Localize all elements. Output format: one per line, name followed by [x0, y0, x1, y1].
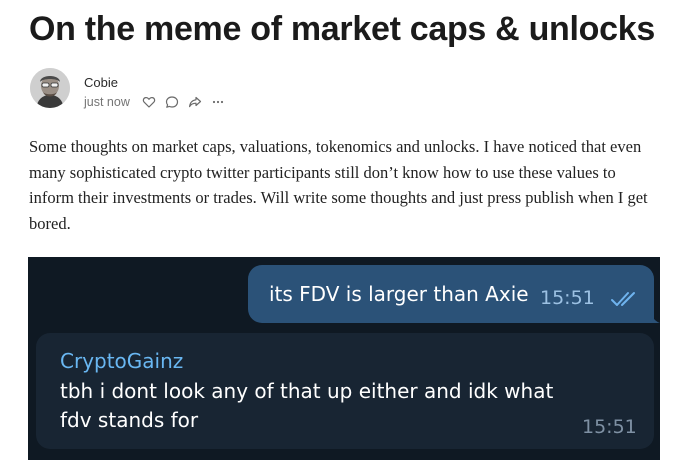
outgoing-message: its FDV is larger than Axie 15:51: [248, 265, 654, 323]
comment-icon[interactable]: [165, 95, 179, 109]
author-avatar[interactable]: [30, 68, 70, 108]
author-name[interactable]: Cobie: [84, 75, 118, 91]
post-body: Some thoughts on market caps, valuations…: [29, 137, 648, 233]
share-icon[interactable]: [188, 95, 202, 109]
double-check-icon: [610, 290, 640, 308]
incoming-message-time: 15:51: [582, 416, 637, 438]
more-icon[interactable]: [211, 95, 225, 109]
heart-icon[interactable]: [142, 95, 156, 109]
incoming-message-sender: CryptoGainz: [60, 349, 184, 373]
outgoing-message-time: 15:51: [540, 287, 595, 309]
avatar-image: [30, 68, 70, 108]
post-timestamp: just now: [84, 95, 130, 109]
outgoing-message-text: its FDV is larger than Axie: [269, 282, 529, 306]
bubble-tail: [648, 307, 660, 323]
chat-screenshot: its FDV is larger than Axie 15:51 Crypto…: [28, 257, 660, 460]
post-title: On the meme of market caps & unlocks: [29, 10, 655, 48]
incoming-message: CryptoGainz tbh i dont look any of that …: [36, 333, 654, 449]
incoming-message-text: tbh i dont look any of that up either an…: [60, 379, 554, 432]
post-meta: just now: [84, 93, 234, 111]
